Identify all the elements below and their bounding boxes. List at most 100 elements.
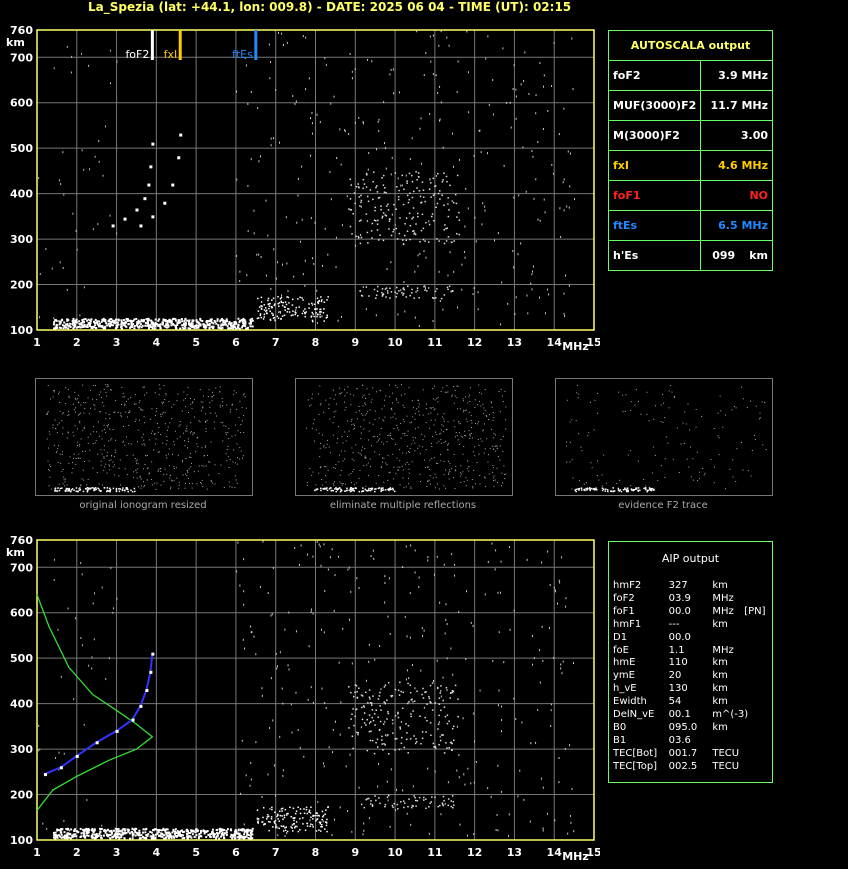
- echo-point: [422, 697, 425, 699]
- thumb-point: [478, 444, 480, 446]
- thumb-point: [170, 486, 172, 488]
- thumb-point: [236, 463, 238, 465]
- echo-point: [171, 318, 174, 321]
- echo-point: [159, 327, 162, 330]
- noise-point: [484, 209, 486, 212]
- thumb-point: [203, 465, 205, 467]
- thumb-point: [339, 387, 341, 389]
- thumb-point: [319, 456, 321, 458]
- thumb-point: [214, 464, 216, 466]
- echo-point: [169, 321, 172, 324]
- echo-point: [101, 326, 104, 329]
- echo-point: [185, 835, 188, 838]
- noise-point: [547, 550, 549, 553]
- thumb-point: [114, 451, 116, 453]
- thumb-point: [362, 487, 364, 489]
- echo-point: [407, 805, 409, 808]
- thumb-point: [347, 386, 349, 388]
- echo-point: [413, 190, 415, 193]
- noise-point: [542, 827, 544, 830]
- echo-point: [53, 323, 56, 326]
- thumb-point: [143, 486, 145, 488]
- noise-point: [475, 240, 477, 243]
- echo-point: [365, 691, 367, 694]
- echo-point: [310, 315, 313, 317]
- echo-point: [385, 215, 388, 217]
- echo-point: [318, 829, 320, 831]
- thumb-point: [717, 412, 719, 414]
- thumb-point: [142, 468, 144, 470]
- echo-point: [359, 205, 361, 207]
- thumb-point: [370, 401, 372, 403]
- thumb-point: [477, 438, 479, 440]
- echo-point: [447, 804, 450, 807]
- echo-point: [447, 197, 449, 199]
- echo-point: [173, 836, 176, 839]
- thumb-point: [80, 484, 82, 486]
- noise-point: [564, 747, 566, 750]
- echo-point: [66, 827, 69, 830]
- thumb-point: [94, 408, 96, 410]
- thumb-point: [352, 487, 355, 490]
- thumb-point: [635, 488, 637, 490]
- noise-point: [512, 87, 514, 90]
- thumb-point: [309, 467, 311, 469]
- noise-point: [508, 834, 510, 837]
- thumb-point: [380, 490, 382, 493]
- echo-point: [298, 306, 300, 308]
- noise-point: [97, 223, 99, 226]
- echo-point: [288, 302, 290, 304]
- echo-point: [325, 822, 328, 824]
- echo-point: [180, 834, 183, 837]
- echo-point: [371, 805, 374, 807]
- thumb-point: [494, 479, 496, 481]
- thumb-point: [429, 407, 431, 409]
- thumb-point: [335, 487, 337, 489]
- echo-point: [150, 831, 153, 834]
- noise-point: [284, 628, 286, 631]
- echo-point: [250, 837, 253, 840]
- thumb-point: [476, 462, 478, 464]
- noise-point: [316, 540, 318, 543]
- noise-point: [447, 781, 449, 784]
- thumb-point: [367, 411, 369, 413]
- thumb-point: [372, 436, 374, 438]
- echo-point: [249, 832, 252, 835]
- thumb-point: [241, 457, 243, 459]
- thumb-point: [660, 421, 662, 423]
- thumb-point: [201, 465, 203, 467]
- thumb-point: [341, 392, 343, 394]
- thumb-point: [368, 430, 370, 432]
- echo-point: [421, 693, 423, 696]
- echo-point: [260, 301, 263, 303]
- echo-point: [324, 813, 326, 816]
- noise-point: [492, 660, 494, 663]
- noise-point: [525, 190, 527, 193]
- thumb-point: [467, 467, 469, 469]
- thumb-point: [208, 474, 210, 476]
- thumb-point: [400, 384, 402, 386]
- thumb-point: [330, 489, 333, 492]
- thumb-point: [125, 400, 127, 402]
- echo-point: [100, 837, 103, 840]
- echo-point: [369, 701, 372, 704]
- echo-point: [367, 200, 370, 203]
- echo-point: [434, 290, 437, 293]
- echo-point: [324, 828, 326, 830]
- echo-point: [448, 285, 451, 287]
- echo-point: [197, 326, 200, 329]
- echo-point: [325, 317, 328, 319]
- thumb-point: [243, 393, 245, 395]
- echo-point: [447, 236, 450, 238]
- thumb-point: [206, 419, 208, 421]
- thumb-point: [115, 439, 117, 441]
- thumb-point: [425, 422, 427, 424]
- noise-point: [259, 155, 261, 158]
- thumb-point: [319, 467, 321, 469]
- thumb-point: [204, 446, 206, 448]
- echo-point: [110, 320, 113, 323]
- echo-point: [320, 300, 323, 303]
- thumb-point: [399, 484, 401, 486]
- echo-point: [71, 319, 74, 322]
- thumb-point: [103, 429, 105, 431]
